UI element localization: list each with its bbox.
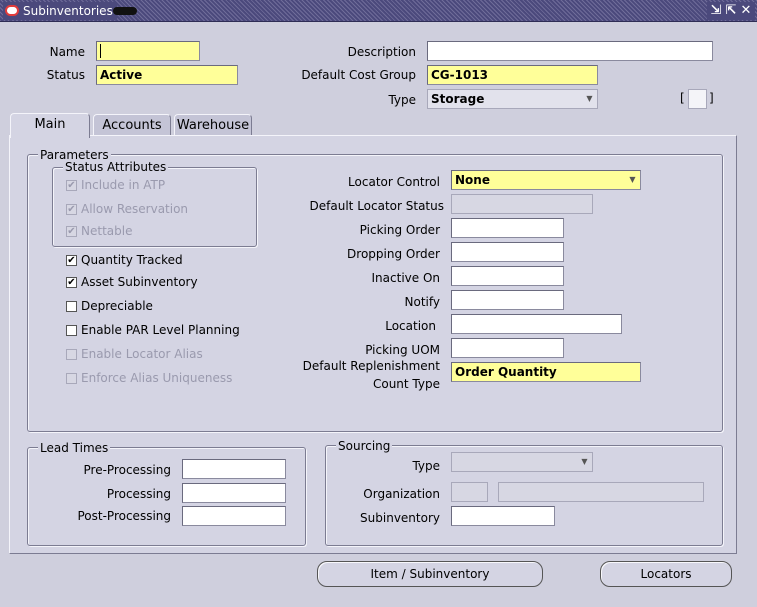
asset-subinventory-checkbox[interactable]: ✔ Asset Subinventory	[66, 273, 198, 291]
redacted-mark	[113, 7, 137, 15]
sourcing-title: Sourcing	[336, 439, 393, 453]
replenishment-label-line1: Default Replenishment	[302, 359, 440, 373]
inactive-on-field[interactable]	[451, 266, 564, 286]
name-label: Name	[49, 45, 85, 59]
status-field[interactable]: Active	[96, 65, 238, 85]
enforce-alias-uniqueness-checkbox: Enforce Alias Uniqueness	[66, 369, 232, 387]
tab-main[interactable]: Main	[10, 113, 90, 138]
locator-control-label: Locator Control	[348, 175, 440, 189]
organization-name-field	[498, 482, 704, 502]
tab-warehouse[interactable]: Warehouse	[174, 114, 252, 137]
close-icon[interactable]: ✕	[740, 2, 752, 20]
subinventory-label: Subinventory	[360, 511, 440, 525]
locator-control-select[interactable]: None ▼	[451, 170, 641, 190]
checkbox-box: ✔	[66, 203, 77, 215]
dock-icon[interactable]: ⇲	[710, 2, 722, 20]
default-locator-status-field	[451, 194, 593, 214]
type-select[interactable]: Storage ▼	[427, 89, 598, 109]
post-processing-field[interactable]	[182, 506, 286, 526]
notify-field[interactable]	[451, 290, 564, 310]
oracle-icon	[5, 5, 19, 16]
pre-processing-label: Pre-Processing	[83, 463, 172, 477]
status-label: Status	[46, 68, 85, 82]
checkbox-box[interactable]: ✔	[66, 254, 77, 266]
locators-button[interactable]: Locators	[600, 561, 732, 587]
pre-processing-field[interactable]	[182, 459, 286, 479]
picking-uom-field[interactable]	[451, 338, 564, 358]
processing-label: Processing	[106, 487, 171, 501]
dropping-order-field[interactable]	[451, 242, 564, 262]
checkbox-box: ✔	[66, 225, 77, 237]
lead-times-title: Lead Times	[38, 441, 111, 455]
picking-order-field[interactable]	[451, 218, 564, 238]
dropping-order-label: Dropping Order	[347, 247, 440, 261]
replenishment-count-type-field[interactable]: Order Quantity	[451, 362, 641, 382]
sourcing-type-label: Type	[412, 459, 440, 473]
nettable-checkbox: ✔ Nettable	[66, 224, 133, 238]
replenishment-label-line2: Count Type	[372, 377, 440, 391]
chevron-down-icon: ▼	[581, 457, 588, 466]
chevron-down-icon[interactable]: ▼	[583, 91, 596, 107]
chevron-down-icon[interactable]: ▼	[626, 172, 639, 188]
window-controls: ⇲ ⇱ ✕	[707, 2, 755, 20]
picking-order-label: Picking Order	[359, 223, 440, 237]
cost-group-label: Default Cost Group	[301, 68, 416, 82]
descriptive-flexfield[interactable]	[688, 89, 707, 109]
cost-group-field[interactable]: CG-1013	[427, 65, 598, 85]
default-locator-status-label: Default Locator Status	[309, 199, 444, 213]
type-label: Type	[388, 93, 416, 107]
checkbox-box[interactable]: ✔	[66, 276, 77, 288]
window-title: Subinventories	[3, 2, 117, 20]
include-in-atp-checkbox: ✔ Include in ATP	[66, 178, 166, 192]
tab-accounts[interactable]: Accounts	[93, 114, 171, 137]
notify-label: Notify	[404, 295, 440, 309]
bracket-right: ]	[709, 91, 714, 105]
depreciable-checkbox[interactable]: Depreciable	[66, 297, 153, 315]
maximize-icon[interactable]: ⇱	[725, 2, 737, 20]
name-field[interactable]	[96, 41, 200, 61]
post-processing-label: Post-Processing	[77, 509, 171, 523]
checkbox-box	[66, 348, 77, 360]
description-field[interactable]	[427, 41, 713, 61]
location-field[interactable]	[451, 314, 622, 334]
organization-label: Organization	[363, 487, 440, 501]
checkbox-box[interactable]	[66, 300, 77, 312]
status-attributes-title: Status Attributes	[63, 160, 169, 174]
sourcing-type-select: ▼	[451, 452, 593, 472]
title-bar[interactable]: Subinventories ⇲ ⇱ ✕	[0, 0, 757, 22]
description-label: Description	[347, 45, 416, 59]
text-cursor	[100, 44, 101, 58]
checkbox-box	[66, 372, 77, 384]
window-title-text: Subinventories	[23, 4, 113, 18]
bracket-left: [	[680, 91, 685, 105]
location-label: Location	[385, 319, 436, 333]
checkbox-box[interactable]	[66, 324, 77, 336]
inactive-on-label: Inactive On	[371, 271, 440, 285]
organization-code-field	[451, 482, 488, 502]
item-subinventory-button[interactable]: Item / Subinventory	[317, 561, 543, 587]
allow-reservation-checkbox: ✔ Allow Reservation	[66, 202, 189, 216]
enable-locator-alias-checkbox: Enable Locator Alias	[66, 345, 203, 363]
checkbox-box: ✔	[66, 179, 77, 191]
quantity-tracked-checkbox[interactable]: ✔ Quantity Tracked	[66, 251, 183, 269]
processing-field[interactable]	[182, 483, 286, 503]
enable-par-level-planning-checkbox[interactable]: Enable PAR Level Planning	[66, 321, 240, 339]
subinventory-field[interactable]	[451, 506, 555, 526]
